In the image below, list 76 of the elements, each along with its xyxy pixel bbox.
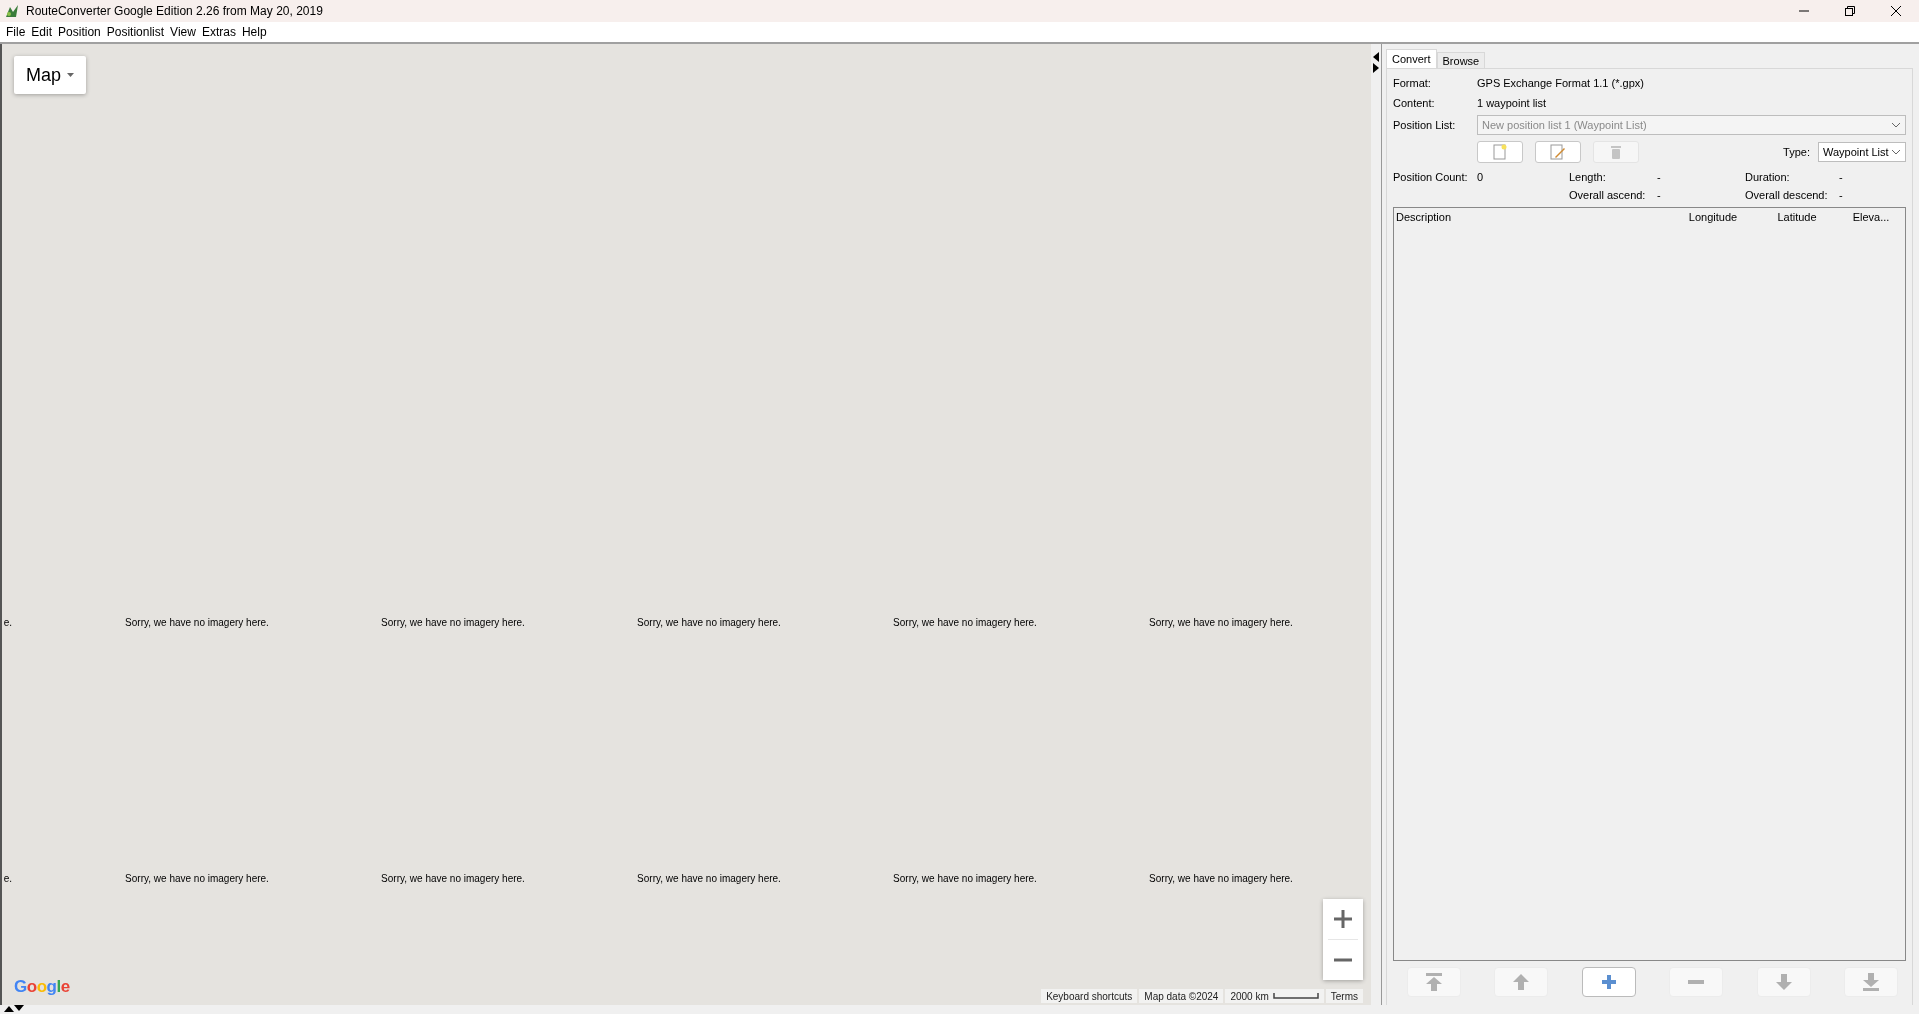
map-type-button[interactable]: Map — [14, 56, 86, 94]
minus-icon — [1687, 979, 1706, 985]
format-value: GPS Exchange Format 1.1 (*.gpx) — [1477, 77, 1644, 89]
new-document-icon — [1493, 144, 1507, 160]
type-dropdown[interactable]: Waypoint List — [1818, 142, 1906, 162]
menu-item[interactable]: Position — [56, 25, 105, 39]
google-logo: Google — [14, 977, 70, 997]
column-header[interactable]: Longitude — [1671, 211, 1755, 223]
window-title: RouteConverter Google Edition 2.26 from May 20, 2019 — [26, 4, 324, 18]
field-label: Type: — [1783, 146, 1810, 158]
stat-label: Duration: — [1745, 171, 1791, 183]
menu-item[interactable]: View — [168, 25, 200, 39]
tab[interactable]: Convert — [1386, 49, 1437, 68]
stat-value: - — [1839, 171, 1843, 183]
no-imagery-message: Sorry, we have no imagery here. — [893, 616, 1037, 628]
no-imagery-message: Sorry, we have no imagery here. — [637, 872, 781, 884]
minus-icon — [1334, 958, 1352, 962]
no-imagery-message: Sorry, we have no imagery here. — [125, 872, 269, 884]
stat-value: 0 — [1477, 171, 1484, 183]
no-imagery-message: e. — [3, 616, 12, 628]
close-icon — [1891, 6, 1901, 16]
stat-value: - — [1839, 189, 1843, 201]
right-triangle-icon[interactable] — [1372, 63, 1380, 73]
menu-item[interactable]: File — [4, 25, 30, 39]
new-list-button[interactable] — [1477, 141, 1523, 163]
stat-label: Overall ascend: — [1569, 189, 1647, 201]
up-triangle-icon[interactable] — [4, 1005, 14, 1012]
trash-icon — [1610, 145, 1622, 159]
dropdown-chevron-icon — [1891, 122, 1901, 128]
caret-icon — [67, 73, 74, 77]
no-imagery-message: Sorry, we have no imagery here. — [637, 616, 781, 628]
up-arrow-icon — [1512, 973, 1531, 991]
zoom-out-button[interactable] — [1323, 940, 1363, 980]
field-label: Content: — [1393, 97, 1436, 109]
menu-item[interactable]: Help — [239, 25, 271, 39]
restore-icon — [1845, 6, 1855, 16]
menu-item[interactable]: Positionlist — [104, 25, 169, 39]
move-to-bottom-icon — [1860, 972, 1881, 992]
app-icon — [4, 3, 20, 19]
stat-label: Overall descend: — [1745, 189, 1829, 201]
move-to-top-icon — [1424, 972, 1444, 992]
column-header[interactable]: Description — [1396, 211, 1671, 223]
no-imagery-message: Sorry, we have no imagery here. — [125, 616, 269, 628]
add-button[interactable] — [1581, 967, 1636, 997]
edit-document-icon — [1550, 144, 1566, 160]
no-imagery-message: Sorry, we have no imagery here. — [381, 616, 525, 628]
keyboard-shortcuts-link[interactable]: Keyboard shortcuts — [1041, 989, 1138, 1003]
field-label: Position List: — [1393, 119, 1457, 131]
plus-icon — [1600, 974, 1617, 990]
no-imagery-message: Sorry, we have no imagery here. — [1149, 872, 1293, 884]
stat-value: - — [1657, 189, 1661, 201]
minimize-icon — [1799, 10, 1809, 12]
no-imagery-message: e. — [3, 872, 12, 884]
no-imagery-message: Sorry, we have no imagery here. — [381, 872, 525, 884]
column-header[interactable]: Eleva... — [1839, 211, 1903, 223]
stat-value: - — [1657, 171, 1661, 183]
tab[interactable]: Browse — [1436, 52, 1486, 68]
field-label: Format: — [1393, 77, 1432, 89]
left-triangle-icon[interactable] — [1372, 52, 1380, 62]
menu-item[interactable]: Edit — [29, 25, 57, 39]
zoom-in-button[interactable] — [1323, 899, 1363, 939]
dropdown-chevron-icon — [1891, 149, 1901, 155]
terms-link[interactable]: Terms — [1325, 989, 1363, 1003]
map-data-attribution: Map data ©2024 — [1139, 989, 1224, 1003]
scale-bar[interactable]: 2000 km — [1225, 989, 1324, 1003]
no-imagery-message: Sorry, we have no imagery here. — [1149, 616, 1293, 628]
stat-label: Position Count: — [1393, 171, 1469, 183]
down-arrow-icon — [1774, 973, 1793, 991]
menu-item[interactable]: Extras — [199, 25, 240, 39]
content-value: 1 waypoint list — [1477, 97, 1547, 109]
stat-label: Length: — [1569, 171, 1607, 183]
column-header[interactable]: Latitude — [1755, 211, 1839, 223]
edit-list-button[interactable] — [1535, 141, 1581, 163]
no-imagery-message: Sorry, we have no imagery here. — [893, 872, 1037, 884]
plus-icon — [1334, 910, 1352, 928]
down-triangle-icon[interactable] — [14, 1005, 24, 1012]
